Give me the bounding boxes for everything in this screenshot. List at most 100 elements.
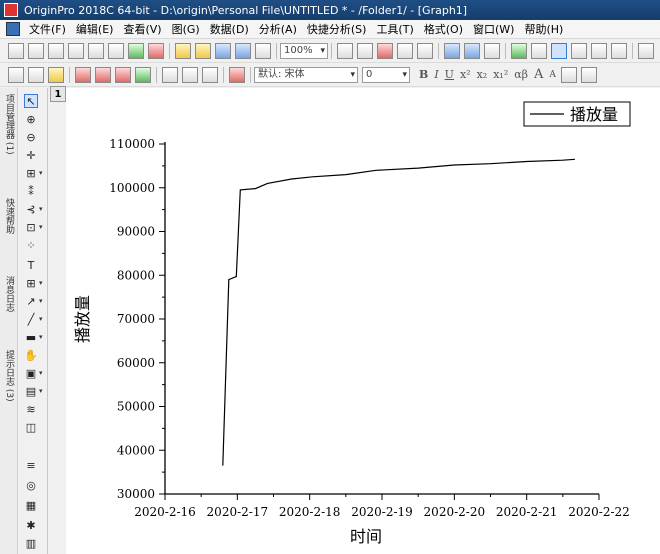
layer-manager-icon[interactable] [464, 42, 480, 59]
text-align-icon[interactable] [560, 66, 577, 83]
superscript-button[interactable]: x² [460, 68, 471, 81]
new-project-icon[interactable] [8, 42, 24, 59]
screen-reader-icon[interactable]: ⊞ ▾ [24, 166, 42, 180]
menu-quick-analysis[interactable]: 快捷分析(S) [302, 21, 372, 37]
subscript-button[interactable]: x₂ [477, 68, 488, 81]
align-right-icon[interactable] [202, 66, 218, 83]
region-data-selector-icon[interactable]: ⊡ ▾ [24, 220, 42, 234]
import-icon[interactable] [255, 42, 271, 59]
bold-button[interactable]: B [419, 68, 428, 81]
layer-indicator[interactable]: 1 [50, 86, 66, 102]
add-column-icon[interactable] [638, 42, 654, 59]
increase-font-button[interactable]: A [534, 67, 543, 82]
format-toolbar: 默认: 宋体 0 B I U x² x₂ x₁² αβ A A [0, 63, 660, 87]
font-name-select[interactable]: 默认: 宋体 [254, 66, 358, 83]
circle-tool-icon[interactable]: ◎ [24, 478, 38, 492]
insert-graph-icon[interactable]: ▣ ▾ [24, 366, 43, 380]
tab-quick-help[interactable]: 快速帮助 [1, 198, 17, 234]
menu-analysis[interactable]: 分析(A) [254, 21, 302, 37]
command-window-icon[interactable] [444, 42, 460, 59]
save-template-icon[interactable] [235, 42, 251, 59]
italic-button[interactable]: I [434, 68, 438, 81]
zoom-select[interactable]: 100% [280, 42, 328, 59]
menu-view[interactable]: 查看(V) [118, 21, 166, 37]
app-center-icon[interactable] [611, 42, 627, 59]
open-icon[interactable] [175, 42, 191, 59]
message-log-icon[interactable] [531, 42, 547, 59]
align-left-icon[interactable] [162, 66, 178, 83]
new-workbook-icon[interactable] [48, 42, 64, 59]
new-notes-icon[interactable] [148, 42, 164, 59]
tab-message-log[interactable]: 消息日志 [1, 276, 17, 312]
pattern-icon[interactable] [580, 66, 597, 83]
menu-window[interactable]: 窗口(W) [468, 21, 519, 37]
text-tool-icon[interactable]: T [24, 258, 38, 272]
add-table-tool-icon[interactable]: ⊞ ▾ [24, 276, 42, 290]
legend[interactable]: 播放量 [523, 101, 631, 127]
add-text-icon[interactable] [75, 66, 91, 83]
pointer-icon[interactable]: ↖ [24, 94, 38, 108]
insert-object-icon[interactable]: ◫ [24, 420, 38, 434]
new-graph-icon[interactable] [68, 42, 84, 59]
code-builder-icon[interactable] [397, 42, 413, 59]
add-info-icon[interactable] [115, 66, 131, 83]
color-scale-icon[interactable]: ▦ [24, 498, 38, 512]
refresh-icon[interactable] [337, 42, 353, 59]
object-manager-icon[interactable] [551, 42, 567, 59]
copy-icon[interactable] [28, 66, 44, 83]
smart-hint-icon[interactable] [591, 42, 607, 59]
tab-project-explorer[interactable]: 项目管理器 (1) [1, 94, 17, 155]
draw-data-icon[interactable]: ⁘ [24, 238, 38, 252]
line-tool-icon[interactable]: ╱ ▾ [24, 312, 43, 326]
results-log-icon[interactable] [417, 42, 433, 59]
title-bar: OriginPro 2018C 64-bit - D:\origin\Perso… [0, 0, 660, 20]
arrow-tool-icon[interactable]: ↗ ▾ [24, 294, 42, 308]
worksheet-icon[interactable] [571, 42, 587, 59]
plot-setup-icon[interactable] [484, 42, 500, 59]
group-icon[interactable] [229, 66, 245, 83]
cut-icon[interactable] [8, 66, 24, 83]
open-template-icon[interactable] [195, 42, 211, 59]
y-tick-label: 110000 [109, 137, 155, 151]
menu-help[interactable]: 帮助(H) [519, 21, 568, 37]
supersubscript-button[interactable]: x₁² [493, 68, 508, 81]
star-tool-icon[interactable]: ✱ [24, 518, 38, 532]
scale-in-icon[interactable]: ⁑ [24, 184, 38, 198]
zoom-out-icon[interactable]: ⊖ [24, 130, 38, 144]
add-table-icon[interactable] [135, 66, 151, 83]
recalculate-icon[interactable] [377, 42, 393, 59]
project-explorer-icon[interactable] [511, 42, 527, 59]
menu-file[interactable]: 文件(F) [24, 21, 71, 37]
hand-tool-icon[interactable]: ✋ [24, 348, 38, 362]
new-function-icon[interactable] [108, 42, 124, 59]
layer-tool-icon[interactable]: ▥ [24, 536, 38, 550]
graph-page[interactable]: 30000 40000 50000 60000 70000 80000 90000 10000… [66, 88, 660, 554]
greek-button[interactable]: αβ [514, 68, 528, 81]
menu-edit[interactable]: 编辑(E) [71, 21, 119, 37]
insert-image-icon[interactable]: ▤ ▾ [24, 384, 43, 398]
zoom-in-icon[interactable]: ⊕ [24, 112, 38, 126]
data-reader-icon[interactable]: ✛ [24, 148, 38, 162]
menu-data[interactable]: 数据(D) [205, 21, 254, 37]
align-center-icon[interactable] [182, 66, 198, 83]
data-selector-icon[interactable]: ⊰ ▾ [24, 202, 42, 216]
graph-window-icon[interactable] [6, 22, 20, 36]
decrease-font-button[interactable]: A [549, 70, 556, 80]
new-layout-icon[interactable] [128, 42, 144, 59]
new-folder-icon[interactable] [28, 42, 44, 59]
duplicate-icon[interactable] [357, 42, 373, 59]
menu-tools[interactable]: 工具(T) [371, 21, 418, 37]
menu-graph[interactable]: 图(G) [167, 21, 205, 37]
new-matrix-icon[interactable] [88, 42, 104, 59]
rectangle-tool-icon[interactable]: ▬ ▾ [24, 330, 43, 344]
paste-icon[interactable] [48, 66, 64, 83]
menu-format[interactable]: 格式(O) [419, 21, 468, 37]
underline-button[interactable]: U [445, 68, 454, 81]
font-size-select[interactable]: 0 [362, 66, 410, 83]
add-date-icon[interactable] [95, 66, 111, 83]
insert-equation-icon[interactable]: ≋ [24, 402, 38, 416]
x-tick-label: 2020-2-21 [496, 505, 558, 519]
menu-bar: 文件(F) 编辑(E) 查看(V) 图(G) 数据(D) 分析(A) 快捷分析(… [0, 20, 660, 39]
save-icon[interactable] [215, 42, 231, 59]
tab-smart-hint-log[interactable]: 提示日志 (3) [1, 350, 17, 402]
